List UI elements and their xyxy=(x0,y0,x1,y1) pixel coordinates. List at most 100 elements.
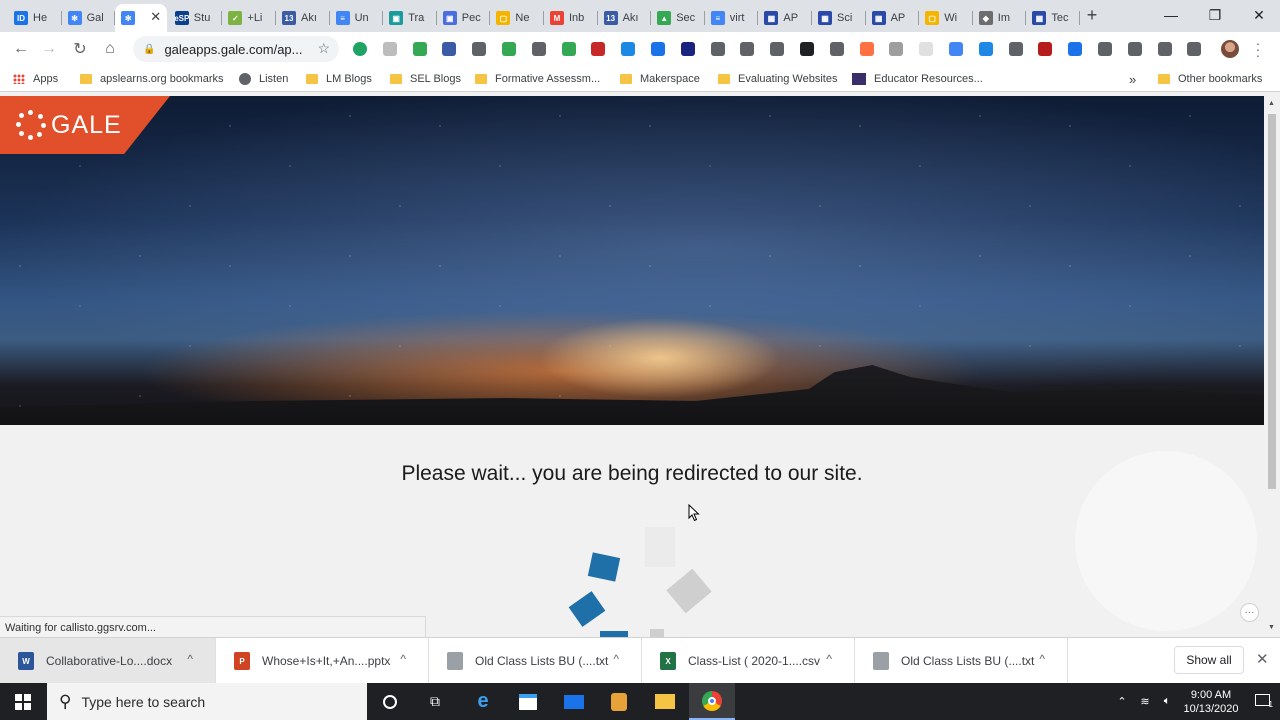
download-item[interactable]: Old Class Lists BU (....txt ^ xyxy=(855,638,1068,684)
forward-button[interactable]: → xyxy=(38,38,60,60)
extension-icon[interactable] xyxy=(1098,42,1112,56)
extension-icon[interactable] xyxy=(472,42,487,56)
extension-icon[interactable] xyxy=(1038,42,1053,56)
taskbar-store[interactable] xyxy=(505,683,551,720)
taskbar-media[interactable] xyxy=(596,683,642,720)
bookmark-item[interactable]: apslearns.org bookmarks xyxy=(80,71,224,87)
extension-icon[interactable] xyxy=(531,42,546,56)
bookmark-item[interactable]: Makerspace xyxy=(620,71,700,87)
extension-icon[interactable] xyxy=(680,42,695,56)
taskbar-chrome-active[interactable] xyxy=(689,683,735,720)
extension-icon[interactable] xyxy=(829,42,844,56)
extension-icon[interactable] xyxy=(1008,42,1023,56)
other-bookmarks-folder[interactable]: Other bookmarks xyxy=(1158,71,1262,87)
extension-icon[interactable] xyxy=(859,42,874,56)
tab[interactable]: ≡ virt xyxy=(705,4,759,32)
taskbar-mail[interactable] xyxy=(551,683,597,720)
tab[interactable]: ▣ Pec xyxy=(437,4,491,32)
tab[interactable]: ✓ +Li xyxy=(222,4,276,32)
profile-avatar[interactable] xyxy=(1221,40,1239,58)
bookmark-item[interactable]: Educator Resources... xyxy=(852,71,983,87)
tab[interactable]: ID He xyxy=(8,4,62,32)
taskbar-edge[interactable]: e xyxy=(460,683,506,720)
bookmark-item[interactable]: Formative Assessm... xyxy=(475,71,600,87)
reload-button[interactable]: ↻ xyxy=(69,38,91,60)
volume-icon[interactable]: 🔈︎ xyxy=(1156,695,1178,708)
show-hidden-icons-chevron-icon[interactable]: ⌃ xyxy=(1110,695,1134,708)
tab[interactable]: ≡ Un xyxy=(330,4,384,32)
close-shelf-icon[interactable]: ✕ xyxy=(1256,650,1269,668)
tab[interactable]: M Inb xyxy=(544,4,598,32)
extension-icon[interactable] xyxy=(740,42,755,56)
show-all-downloads-button[interactable]: Show all xyxy=(1174,646,1244,674)
tab[interactable]: ▢ Ne xyxy=(490,4,544,32)
tab-active[interactable]: ✻ ✕ xyxy=(115,4,168,32)
address-bar[interactable]: 🔒 galeapps.gale.com/ap... ☆ xyxy=(133,36,339,62)
tab[interactable]: ▦ Tec xyxy=(1026,4,1080,32)
tab[interactable]: ▢ Wi xyxy=(919,4,973,32)
scrollbar-thumb[interactable] xyxy=(1268,114,1276,489)
download-item[interactable]: Old Class Lists BU (....txt ^ xyxy=(429,638,642,684)
extension-icon[interactable] xyxy=(949,42,963,56)
download-item[interactable]: P Whose+Is+It,+An....pptx ^ xyxy=(216,638,429,684)
tab[interactable]: ▦ AP xyxy=(758,4,812,32)
bookmark-item[interactable]: SEL Blogs xyxy=(390,71,461,87)
page-scrollbar[interactable]: ▲ ▼ xyxy=(1264,96,1280,637)
wifi-icon[interactable]: ≋ xyxy=(1134,695,1156,708)
taskbar-file-explorer[interactable] xyxy=(642,683,688,720)
bookmark-star-icon[interactable]: ☆ xyxy=(317,40,330,57)
chevron-up-icon[interactable]: ^ xyxy=(613,652,619,666)
extension-icon[interactable] xyxy=(621,42,636,56)
browser-menu-button[interactable]: · · · xyxy=(1254,36,1262,62)
back-button[interactable]: ← xyxy=(10,38,32,60)
extension-icon[interactable] xyxy=(502,42,516,56)
extension-icon[interactable] xyxy=(561,42,576,56)
extension-icon[interactable] xyxy=(1127,42,1142,56)
bookmark-item[interactable]: Listen xyxy=(239,71,288,87)
extension-icon[interactable] xyxy=(770,42,785,56)
bookmark-item[interactable]: Apps xyxy=(13,71,58,87)
tab[interactable]: 13 Akı xyxy=(598,4,652,32)
tab[interactable]: ▣ Tra xyxy=(383,4,437,32)
tab[interactable]: ▲ Sec xyxy=(651,4,705,32)
extension-icon[interactable] xyxy=(442,42,457,56)
tab[interactable]: 13 Akı xyxy=(276,4,330,32)
extension-icon[interactable] xyxy=(919,42,934,56)
chevron-up-icon[interactable]: ^ xyxy=(400,652,406,666)
chevron-up-icon[interactable]: ^ xyxy=(826,652,832,666)
extension-icon[interactable] xyxy=(382,42,397,56)
close-window-button[interactable]: ✕ xyxy=(1237,2,1280,28)
home-button[interactable]: ⌂ xyxy=(99,38,121,60)
extension-icon[interactable] xyxy=(591,42,606,56)
scroll-down-icon[interactable]: ▼ xyxy=(1268,624,1275,631)
tab-close-icon[interactable]: ✕ xyxy=(150,9,161,25)
minimize-button[interactable]: — xyxy=(1149,2,1193,28)
restore-button[interactable]: ❐ xyxy=(1193,2,1237,28)
tab[interactable]: ◆ Im xyxy=(973,4,1027,32)
tab[interactable]: ▦ AP xyxy=(866,4,920,32)
taskbar-search-box[interactable]: ⚲ Type here to search xyxy=(47,683,367,720)
clock[interactable]: 9:00 AM 10/13/2020 xyxy=(1178,688,1244,716)
extension-icon[interactable] xyxy=(1157,42,1172,56)
bookmarks-overflow-button[interactable]: » xyxy=(1129,71,1136,87)
new-tab-button[interactable]: + xyxy=(1082,5,1102,25)
extension-icon[interactable] xyxy=(710,42,725,56)
tab[interactable]: ✻ Gal xyxy=(62,4,116,32)
task-view-button[interactable]: ⧉ xyxy=(412,683,458,720)
extension-icon[interactable] xyxy=(353,42,367,56)
scroll-up-icon[interactable]: ▲ xyxy=(1268,100,1275,107)
extension-icon[interactable] xyxy=(412,42,427,56)
chevron-up-icon[interactable]: ^ xyxy=(1039,652,1045,666)
extension-icon[interactable] xyxy=(651,42,665,56)
cortana-button[interactable] xyxy=(367,683,413,720)
tab[interactable]: eSP Stu xyxy=(169,4,223,32)
tab[interactable]: ▦ Sci xyxy=(812,4,866,32)
extension-icon[interactable] xyxy=(1187,42,1202,56)
download-item[interactable]: W Collaborative-Lo....docx ^ xyxy=(0,638,216,684)
download-item[interactable]: X Class-List ( 2020-1....csv ^ xyxy=(642,638,855,684)
extension-icon[interactable] xyxy=(800,42,814,56)
chevron-up-icon[interactable]: ^ xyxy=(187,652,193,666)
extension-icon[interactable] xyxy=(889,42,904,56)
start-button[interactable] xyxy=(0,683,46,720)
extension-icon[interactable] xyxy=(1068,42,1083,56)
